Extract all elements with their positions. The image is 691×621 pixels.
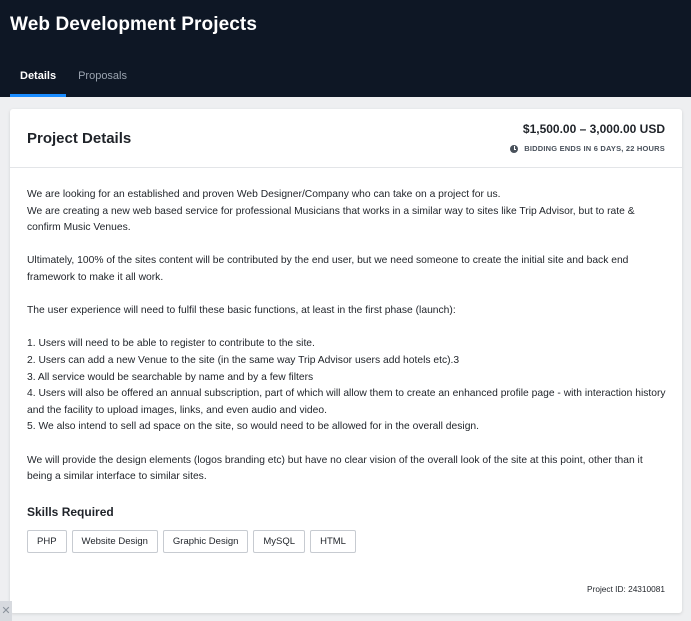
top-header: Web Development Projects Details Proposa… bbox=[0, 0, 691, 97]
bidding-status: BIDDING ENDS IN 6 DAYS, 22 HOURS bbox=[510, 144, 665, 153]
page-title: Web Development Projects bbox=[10, 14, 258, 35]
tab-bar: Details Proposals bbox=[10, 60, 137, 97]
tab-details[interactable]: Details bbox=[10, 60, 67, 97]
requirement-item: 3. All service would be searchable by na… bbox=[27, 371, 314, 383]
card-header: Project Details $1,500.00 – 3,000.00 USD… bbox=[10, 109, 682, 168]
skill-tag-mysql[interactable]: MySQL bbox=[253, 530, 306, 553]
requirement-item: 2. Users can add a new Venue to the site… bbox=[27, 354, 460, 366]
skill-tag-php[interactable]: PHP bbox=[27, 530, 67, 553]
requirement-item: 5. We also intend to sell ad space on th… bbox=[27, 421, 480, 433]
skill-tag-website-design[interactable]: Website Design bbox=[71, 530, 158, 553]
skills-heading: Skills Required bbox=[27, 505, 114, 519]
description-paragraph: We are creating a new web based service … bbox=[27, 205, 635, 234]
close-icon[interactable]: ✕ bbox=[0, 601, 12, 621]
skill-tag-graphic-design[interactable]: Graphic Design bbox=[162, 530, 249, 553]
requirement-item: 4. Users will also be offered an annual … bbox=[27, 388, 666, 416]
clock-icon bbox=[510, 144, 519, 153]
tab-proposals[interactable]: Proposals bbox=[68, 60, 137, 97]
project-description: We are looking for an established and pr… bbox=[27, 187, 667, 486]
skills-list: PHP Website Design Graphic Design MySQL … bbox=[27, 530, 361, 553]
budget-range: $1,500.00 – 3,000.00 USD bbox=[522, 122, 665, 136]
description-paragraph: The user experience will need to fulfil … bbox=[27, 305, 456, 317]
description-paragraph: We will provide the design elements (log… bbox=[27, 454, 643, 483]
skill-tag-html[interactable]: HTML bbox=[310, 530, 356, 553]
bidding-text: BIDDING ENDS IN 6 DAYS, 22 HOURS bbox=[524, 144, 665, 153]
project-details-card: Project Details $1,500.00 – 3,000.00 USD… bbox=[10, 109, 682, 613]
project-id: Project ID: 24310081 bbox=[587, 584, 665, 594]
description-paragraph: We are looking for an established and pr… bbox=[27, 189, 501, 200]
card-title: Project Details bbox=[27, 130, 132, 147]
requirement-item: 1. Users will need to be able to registe… bbox=[27, 338, 315, 350]
description-paragraph: Ultimately, 100% of the sites content wi… bbox=[27, 255, 629, 283]
